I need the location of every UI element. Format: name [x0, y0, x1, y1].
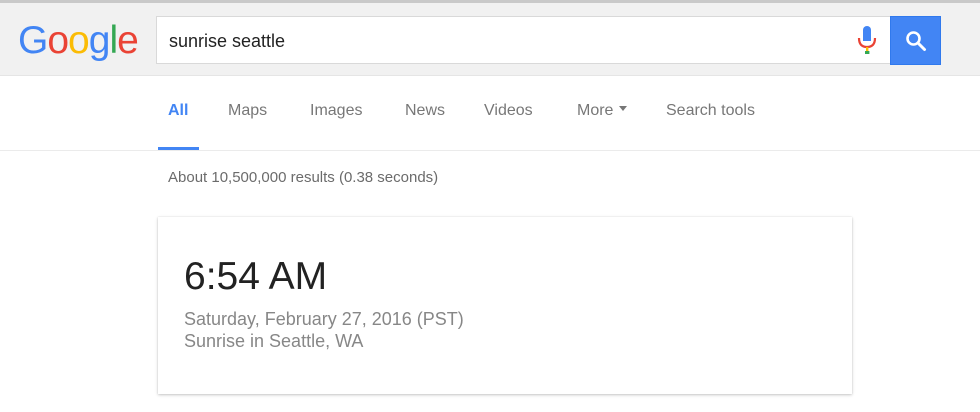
caret-down-icon	[619, 106, 628, 112]
search-box	[156, 16, 892, 64]
tab-videos[interactable]: Videos	[484, 102, 533, 120]
tab-news[interactable]: News	[405, 102, 445, 120]
tab-more-label: More	[577, 102, 614, 119]
result-stats: About 10,500,000 results (0.38 seconds)	[168, 169, 439, 186]
tab-search-tools[interactable]: Search tools	[666, 102, 755, 120]
active-tab-indicator	[158, 147, 199, 150]
tab-more[interactable]: More	[577, 102, 628, 120]
sunrise-location: Sunrise in Seattle, WA	[184, 331, 364, 351]
sunrise-date: Saturday, February 27, 2016 (PST)	[184, 309, 464, 329]
logo-letter: G	[18, 19, 48, 62]
logo-letter: o	[47, 19, 69, 62]
sunrise-answer-card: 6:54 AM Saturday, February 27, 2016 (PST…	[158, 217, 852, 394]
search-button[interactable]	[890, 16, 941, 65]
top-bar: Google	[0, 0, 980, 76]
microphone-icon[interactable]	[854, 26, 880, 58]
tab-maps[interactable]: Maps	[228, 102, 267, 120]
sunrise-time: 6:54 AM	[184, 255, 328, 298]
logo-letter: o	[68, 19, 90, 62]
logo-letter: e	[117, 19, 139, 62]
search-input[interactable]	[169, 29, 809, 53]
tab-all[interactable]: All	[168, 102, 188, 120]
tab-images[interactable]: Images	[310, 102, 362, 120]
magnifier-icon	[905, 30, 926, 51]
google-logo[interactable]: Google	[18, 19, 139, 62]
logo-letter: l	[109, 19, 118, 62]
search-tabs: All Maps Images News Videos More Search …	[0, 76, 980, 151]
logo-letter: g	[88, 19, 111, 62]
